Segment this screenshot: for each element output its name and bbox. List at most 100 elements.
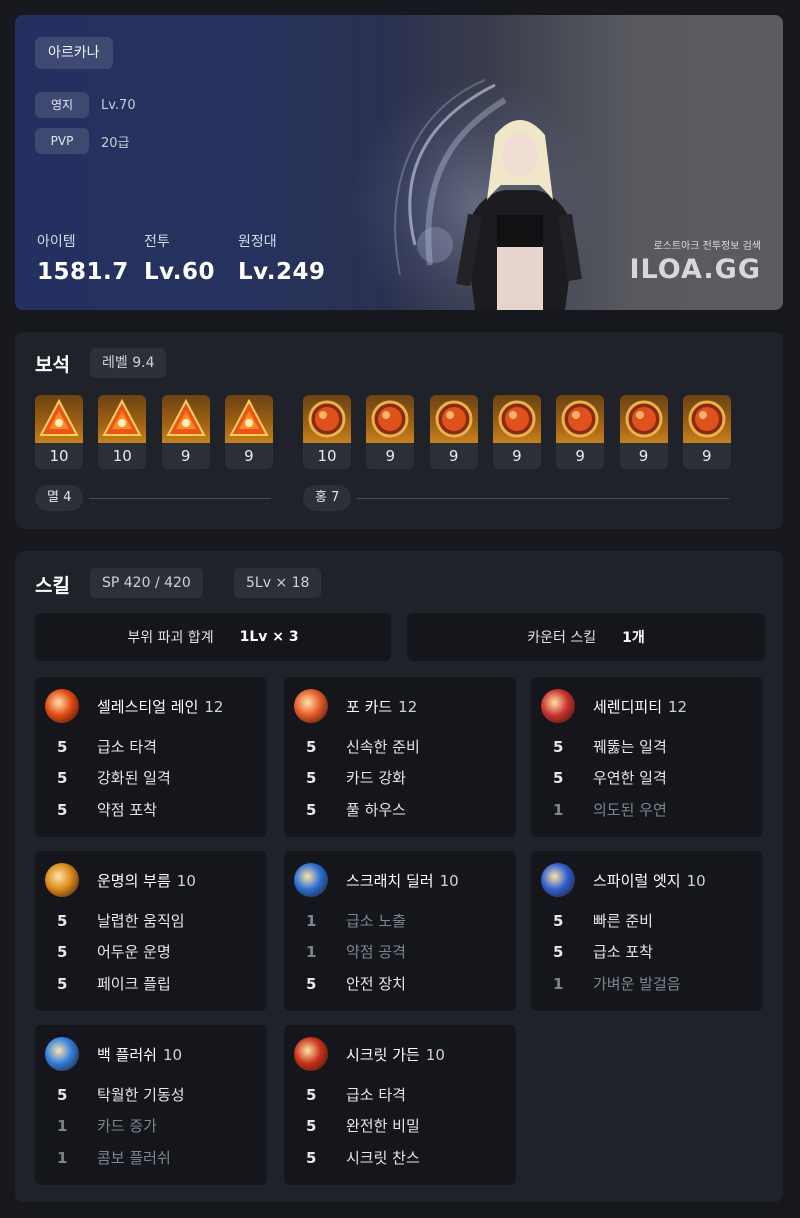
- tripod-level: 5: [57, 943, 68, 961]
- skill-name: 셀레스티얼 레인: [97, 698, 199, 716]
- gem-slot[interactable]: 9: [161, 395, 210, 469]
- gem-slot[interactable]: 9: [366, 395, 415, 469]
- tripod-row: 5 약점 포착: [57, 799, 157, 820]
- gem-slot[interactable]: 10: [35, 395, 83, 469]
- gem-slot[interactable]: 10: [98, 395, 147, 469]
- skill-name: 시크릿 가든: [346, 1046, 420, 1064]
- tripod-name: 콤보 플러쉬: [97, 1149, 171, 1167]
- damage-gem-icon: [98, 395, 147, 443]
- skill-level: 12: [668, 698, 688, 716]
- gem-slot[interactable]: 9: [429, 395, 478, 469]
- tripod-row: 5 어두운 운명: [57, 941, 171, 962]
- skill-name: 운명의 부름: [97, 872, 171, 890]
- skill-level: 12: [204, 698, 224, 716]
- tripod-name: 급소 포착: [593, 943, 653, 961]
- gem-level: 10: [98, 443, 147, 469]
- tripod-row: 5 카드 강화: [306, 767, 406, 788]
- skill-name: 스크래치 딜러: [346, 872, 434, 890]
- tripod-level: 5: [57, 912, 68, 930]
- skill-card[interactable]: 스크래치 딜러 10 1 급소 노출 1 약점 공격 5 안전 장치: [284, 851, 516, 1011]
- tripod-name: 탁월한 기동성: [97, 1086, 185, 1104]
- gem-level: 9: [556, 443, 605, 469]
- cooldown-gem-icon: [366, 395, 415, 443]
- gem-level: 9: [161, 443, 210, 469]
- gem-slot[interactable]: 9: [556, 395, 605, 469]
- gem-slot[interactable]: 9: [224, 395, 273, 469]
- destruction-summary: 부위 파괴 합계 1Lv × 3: [35, 613, 391, 661]
- tripod-row: 5 시크릿 찬스: [306, 1147, 420, 1168]
- stat-label: 원정대: [238, 234, 277, 250]
- gem-level: 9: [619, 443, 668, 469]
- back-flush-icon: [45, 1037, 79, 1071]
- skill-card[interactable]: 셀레스티얼 레인 12 5 급소 타격 5 강화된 일격 5 약점 포착: [35, 677, 267, 837]
- gem-group-cooldown: 홍 7: [303, 485, 730, 511]
- four-card-icon: [294, 689, 328, 723]
- stat-label: 아이템: [37, 234, 76, 250]
- skill-card[interactable]: 백 플러쉬 10 5 탁월한 기동성 1 카드 증가 1 콤보 플러쉬: [35, 1025, 267, 1185]
- skill-name-line: 셀레스티얼 레인 12: [97, 696, 223, 717]
- gem-slot[interactable]: 10: [303, 395, 351, 469]
- damage-gem-icon: [161, 395, 210, 443]
- cooldown-gem-icon: [682, 395, 731, 443]
- gem-level: 9: [492, 443, 541, 469]
- gem-level-chip: 레벨 9.4: [90, 348, 167, 378]
- summary-label: 부위 파괴 합계: [127, 630, 214, 646]
- cooldown-gem-icon: [619, 395, 668, 443]
- tripod-name: 급소 노출: [346, 912, 406, 930]
- cooldown-gem-icon: [492, 395, 541, 443]
- celestial-rain-icon: [45, 689, 79, 723]
- tripod-name: 안전 장치: [346, 975, 406, 993]
- stronghold-level: Lv.70: [101, 97, 136, 113]
- skill-card[interactable]: 스파이럴 엣지 10 5 빠른 준비 5 급소 포착 1 가벼운 발걸음: [531, 851, 763, 1011]
- stat-value: 1581.7: [37, 259, 129, 285]
- skill-panel: 스킬 SP 420 / 420 5Lv × 18 부위 파괴 합계 1Lv × …: [15, 551, 783, 1202]
- tripod-level: 5: [57, 975, 68, 993]
- call-of-destiny-icon: [45, 863, 79, 897]
- skill-card[interactable]: 포 카드 12 5 신속한 준비 5 카드 강화 5 풀 하우스: [284, 677, 516, 837]
- secret-garden-icon: [294, 1037, 328, 1071]
- cooldown-gem-icon: [556, 395, 605, 443]
- skill-card[interactable]: 운명의 부름 10 5 날렵한 움직임 5 어두운 운명 5 페이크 플립: [35, 851, 267, 1011]
- tripod-name: 꿰뚫는 일격: [593, 738, 667, 756]
- gem-panel: 보석 레벨 9.4 10 10 9 9 10 9 9 9 9 9 9 멸 4 홍 7: [15, 332, 783, 529]
- tripod-name: 완전한 비밀: [346, 1117, 420, 1135]
- skill-name: 백 플러쉬: [97, 1046, 157, 1064]
- character-profile-card: 아르카나 영지 Lv.70 PVP 20급 아이템 1581.7 전투 Lv.6…: [15, 15, 783, 310]
- brand-subtitle: 로스트아크 전투정보 검색: [653, 241, 761, 252]
- tripod-level: 5: [57, 769, 68, 787]
- tripod-row: 5 빠른 준비: [553, 910, 653, 931]
- tripod-row: 5 페이크 플립: [57, 973, 171, 994]
- skill-level: 10: [176, 872, 196, 890]
- skill-section-title: 스킬: [35, 575, 70, 597]
- tripod-name: 신속한 준비: [346, 738, 420, 756]
- skill-name: 포 카드: [346, 698, 393, 716]
- spiral-edge-icon: [541, 863, 575, 897]
- gem-slot[interactable]: 9: [619, 395, 668, 469]
- tripod-name: 풀 하우스: [346, 801, 406, 819]
- gem-slot[interactable]: 9: [492, 395, 541, 469]
- tripod-name: 약점 포착: [97, 801, 157, 819]
- pvp-row: PVP 20급: [35, 128, 130, 154]
- gem-group-divider: [357, 497, 730, 499]
- skill-card[interactable]: 시크릿 가든 10 5 급소 타격 5 완전한 비밀 5 시크릿 찬스: [284, 1025, 516, 1185]
- serendipity-icon: [541, 689, 575, 723]
- damage-gem-icon: [224, 395, 273, 443]
- tripod-level: 5: [306, 975, 317, 993]
- damage-gem-icon: [35, 395, 83, 443]
- tripod-name: 시크릿 찬스: [346, 1149, 420, 1167]
- stat-value: Lv.249: [238, 259, 326, 285]
- skill-level: 12: [398, 698, 418, 716]
- skill-card[interactable]: 세렌디피티 12 5 꿰뚫는 일격 5 우연한 일격 1 의도된 우연: [531, 677, 763, 837]
- skill-level: 10: [162, 1046, 183, 1064]
- gem-level: 10: [303, 443, 351, 469]
- tripod-level: 5: [306, 1086, 317, 1104]
- skill-name: 스파이럴 엣지: [593, 872, 681, 890]
- tripod-level: 5: [306, 738, 317, 756]
- gem-level: 10: [35, 443, 83, 469]
- pvp-tag: PVP: [35, 128, 89, 154]
- character-name-badge[interactable]: 아르카나: [35, 37, 113, 69]
- tripod-level: 5: [306, 1149, 317, 1167]
- gem-slot[interactable]: 9: [682, 395, 731, 469]
- summary-value: 1Lv × 3: [239, 629, 299, 645]
- gem-level: 9: [429, 443, 478, 469]
